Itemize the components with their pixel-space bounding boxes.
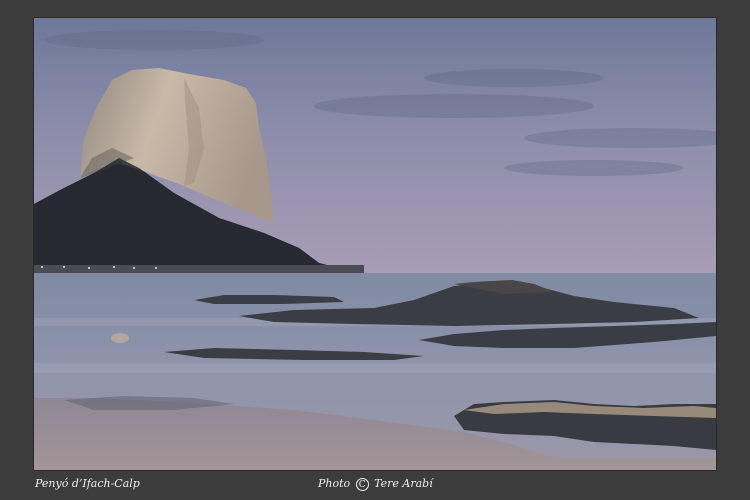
landscape-photo bbox=[34, 18, 716, 470]
credit-prefix: Photo bbox=[318, 477, 351, 490]
credit-caption: Photo C Tere Arabí bbox=[318, 476, 433, 492]
photo-frame bbox=[34, 18, 716, 470]
location-text: Penyó d’Ifach-Calp bbox=[35, 477, 140, 490]
small-rock bbox=[111, 333, 129, 343]
copyright-icon: C bbox=[355, 477, 369, 491]
coast-strip bbox=[34, 265, 364, 273]
author-name: Tere Arabí bbox=[374, 477, 433, 490]
location-caption: Penyó d’Ifach-Calp bbox=[35, 476, 140, 492]
